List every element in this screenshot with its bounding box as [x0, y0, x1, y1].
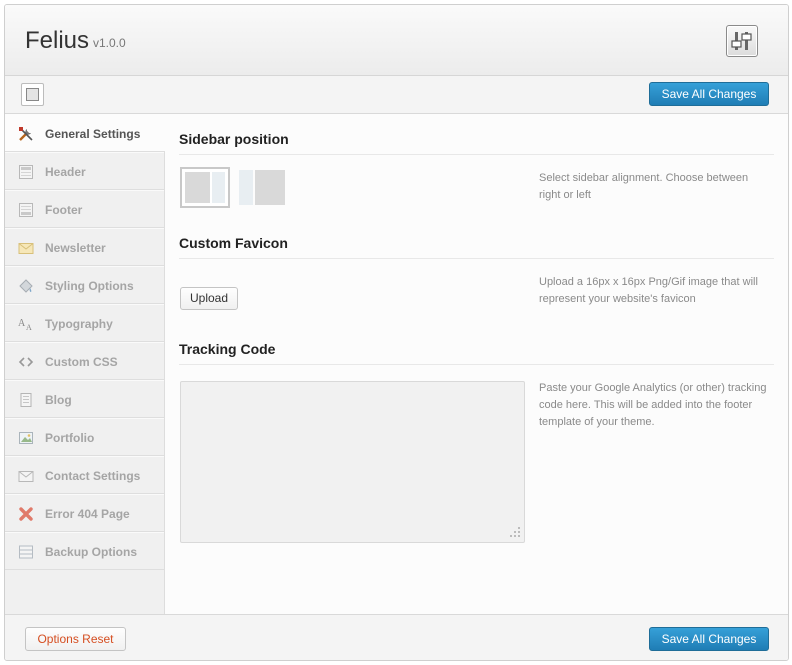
- sidebar-item-error-404-page[interactable]: Error 404 Page: [5, 494, 164, 532]
- sidebar-item-backup-options[interactable]: Backup Options: [5, 532, 164, 570]
- document-icon: [18, 392, 34, 408]
- image-icon: [18, 430, 34, 446]
- layout-content-block: [185, 172, 210, 203]
- upload-favicon-button[interactable]: Upload: [180, 287, 239, 310]
- sidebar-right-option[interactable]: [180, 167, 230, 208]
- sidebar-item-footer[interactable]: Footer: [5, 190, 164, 228]
- svg-text:A: A: [18, 318, 26, 329]
- sidebar-item-label: Custom CSS: [45, 355, 118, 369]
- footer-icon: [18, 202, 34, 218]
- panel-header: Felius v1.0.0: [5, 5, 788, 76]
- sidebar-item-general-settings[interactable]: General Settings: [5, 114, 165, 152]
- sidebar-item-newsletter[interactable]: Newsletter: [5, 228, 164, 266]
- tracking-code-title: Tracking Code: [179, 341, 774, 365]
- custom-favicon-description: Upload a 16px x 16px Png/Gif image that …: [539, 276, 758, 305]
- tracking-code-textarea[interactable]: [180, 381, 525, 543]
- panel-footer: Options Reset Save All Changes: [5, 614, 788, 660]
- collapse-sidebar-button[interactable]: [21, 83, 44, 106]
- sidebar-item-portfolio[interactable]: Portfolio: [5, 418, 164, 456]
- backup-icon: [18, 544, 34, 560]
- options-panel: Felius v1.0.0 Save All Changes General S…: [4, 4, 789, 661]
- sidebar-item-label: General Settings: [45, 127, 141, 141]
- options-reset-button[interactable]: Options Reset: [25, 627, 126, 651]
- mail-icon: [18, 468, 34, 484]
- sidebar-left-option[interactable]: [239, 170, 285, 205]
- sidebar-position-title: Sidebar position: [179, 131, 774, 155]
- sliders-icon: [726, 25, 758, 57]
- sidebar-item-header[interactable]: Header: [5, 152, 164, 190]
- sidebar-item-custom-css[interactable]: Custom CSS: [5, 342, 164, 380]
- sidebar-item-label: Styling Options: [45, 279, 134, 293]
- resize-grip-icon[interactable]: [509, 526, 521, 538]
- tools-icon: [18, 126, 34, 142]
- sidebar-item-label: Contact Settings: [45, 469, 141, 483]
- envelope-icon: [18, 240, 34, 256]
- svg-text:A: A: [26, 323, 32, 332]
- save-all-changes-button-top[interactable]: Save All Changes: [649, 82, 769, 106]
- sidebar-item-label: Blog: [45, 393, 72, 407]
- code-icon: [18, 354, 34, 370]
- settings-sidebar: General Settings Header Footer Newslette…: [5, 114, 165, 614]
- sidebar-item-contact-settings[interactable]: Contact Settings: [5, 456, 164, 494]
- sidebar-item-typography[interactable]: AA Typography: [5, 304, 164, 342]
- header-icon: [18, 164, 34, 180]
- custom-favicon-title: Custom Favicon: [179, 235, 774, 259]
- window-icon: [26, 88, 39, 101]
- settings-content: Sidebar position Select sidebar alignmen…: [179, 114, 774, 614]
- app-version: v1.0.0: [93, 36, 126, 50]
- sidebar-item-label: Portfolio: [45, 431, 95, 445]
- layout-sidebar-block: [239, 170, 253, 205]
- save-all-changes-button-bottom[interactable]: Save All Changes: [649, 627, 769, 651]
- sidebar-item-styling-options[interactable]: Styling Options: [5, 266, 164, 304]
- sidebar-item-blog[interactable]: Blog: [5, 380, 164, 418]
- tracking-code-description: Paste your Google Analytics (or other) t…: [539, 382, 767, 428]
- sidebar-item-label: Newsletter: [45, 241, 106, 255]
- sidebar-item-label: Backup Options: [45, 545, 138, 559]
- layout-sidebar-block: [212, 172, 225, 203]
- sidebar-item-label: Header: [45, 165, 86, 179]
- sidebar-item-label: Typography: [45, 317, 113, 331]
- app-title: Felius: [25, 27, 90, 54]
- layout-content-block: [255, 170, 285, 205]
- sidebar-item-label: Error 404 Page: [45, 507, 130, 521]
- sidebar-position-description: Select sidebar alignment. Choose between…: [539, 172, 749, 201]
- top-toolbar: Save All Changes: [5, 76, 788, 114]
- typography-icon: AA: [18, 316, 34, 332]
- paint-bucket-icon: [18, 278, 34, 294]
- sidebar-item-label: Footer: [45, 203, 83, 217]
- error-x-icon: [18, 506, 34, 522]
